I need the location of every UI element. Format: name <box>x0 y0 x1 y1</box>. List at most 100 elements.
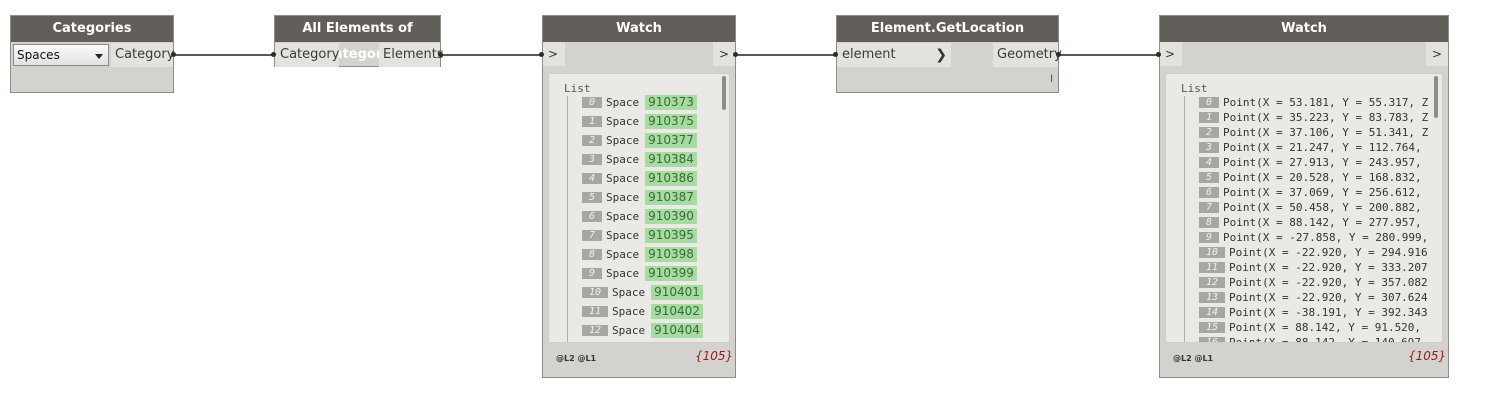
element-id: 910377 <box>645 133 697 148</box>
list-index: 5 <box>1199 171 1219 183</box>
list-item: 11 Point(X = -22.920, Y = 333.207 <box>1199 260 1428 275</box>
item-type-label: Space <box>612 324 646 337</box>
list-index: 12 <box>1199 276 1225 288</box>
point-value: Point(X = -22.920, Y = 357.082 <box>1229 275 1428 289</box>
output-port[interactable]: > <box>713 42 735 66</box>
list-item: 3 Point(X = 21.247, Y = 112.764, <box>1199 140 1422 155</box>
node-title[interactable]: Watch <box>1160 16 1448 42</box>
item-type-label: Space <box>606 96 640 109</box>
list-index: 5 <box>582 192 602 203</box>
list-item: 0 Space 910373 <box>582 95 697 114</box>
element-id: 910375 <box>645 114 697 129</box>
output-port-category[interactable]: Category <box>111 43 174 67</box>
input-port-element[interactable]: element ❯ <box>837 43 951 67</box>
list-item: 9 Point(X = -27.858, Y = 280.999, <box>1199 230 1428 245</box>
list-item: 4 Point(X = 27.913, Y = 243.957, <box>1199 155 1422 170</box>
point-value: Point(X = 53.181, Y = 55.317, Z <box>1223 95 1429 109</box>
list-index: 3 <box>1199 141 1219 153</box>
point-value: Point(X = 37.069, Y = 256.612, <box>1223 185 1422 199</box>
list-index: 2 <box>582 135 602 146</box>
chevron-right-icon: ❯ <box>935 47 947 63</box>
scrollbar[interactable] <box>722 76 726 110</box>
list-index: 2 <box>1199 126 1219 138</box>
item-type-label: Space <box>612 305 646 318</box>
categories-node[interactable]: Categories Spaces Category <box>10 15 174 93</box>
element-id: 910399 <box>645 266 697 281</box>
output-port-elements[interactable]: Elements <box>379 43 444 67</box>
input-port-category[interactable]: Category <box>275 43 339 67</box>
list-item: 16 Point(X = 88.142, Y = 140.697 <box>1199 335 1422 343</box>
wire-get-location-to-watch <box>1059 54 1160 56</box>
list-item: 15 Point(X = 88.142, Y = 91.520, <box>1199 320 1421 335</box>
list-index: 13 <box>1199 291 1225 303</box>
element-id: 910398 <box>645 247 697 262</box>
item-type-label: Space <box>606 191 640 204</box>
list-index: 10 <box>582 287 608 298</box>
item-type-label: Space <box>606 210 640 223</box>
output-port[interactable]: > <box>1426 42 1448 66</box>
list-index: 9 <box>582 268 602 279</box>
watch-preview-panel[interactable]: List 0 Point(X = 53.181, Y = 55.317, Z 1 Po… <box>1165 73 1443 343</box>
list-item: 11 Space 910402 <box>582 304 703 323</box>
all-elements-of-category-node[interactable]: All Elements of Category Category Elemen… <box>274 15 444 67</box>
point-value: Point(X = -38.191, Y = 392.343 <box>1229 305 1428 319</box>
point-value: Point(X = -22.920, Y = 294.916 <box>1229 245 1428 259</box>
port-label: Geometry <box>997 47 1062 62</box>
list-index: 0 <box>582 97 602 108</box>
output-connector-dot[interactable] <box>733 52 738 57</box>
watch-preview-panel[interactable]: List 0 Space 910373 1 Space 910375 2 Space 91037… <box>548 73 730 343</box>
scrollbar[interactable] <box>1434 76 1438 118</box>
list-item: 10 Point(X = -22.920, Y = 294.916 <box>1199 245 1428 260</box>
list-index: 6 <box>582 211 602 222</box>
list-item: 1 Space 910375 <box>582 114 697 133</box>
output-connector-dot[interactable] <box>171 52 176 57</box>
node-title[interactable]: All Elements of Category <box>275 16 440 62</box>
output-port-geometry[interactable]: Geometry <box>993 43 1062 67</box>
output-connector-dot[interactable] <box>438 52 443 57</box>
list-index: 4 <box>582 173 602 184</box>
point-value: Point(X = 37.106, Y = 51.341, Z <box>1223 125 1429 139</box>
item-count: {105} <box>1408 349 1447 363</box>
tree-line <box>1184 96 1185 342</box>
element-get-location-node[interactable]: Element.GetLocation element ❯ Geometry l <box>836 15 1062 93</box>
list-index: 1 <box>1199 111 1219 123</box>
input-port[interactable]: > <box>1160 42 1182 66</box>
dropdown-value: Spaces <box>17 48 60 62</box>
list-item: 7 Space 910395 <box>582 228 697 247</box>
list-item: 2 Space 910377 <box>582 133 697 152</box>
point-value: Point(X = 50.458, Y = 200.882, <box>1223 200 1422 214</box>
input-connector-dot[interactable] <box>539 52 544 57</box>
point-value: Point(X = -27.858, Y = 280.999, <box>1223 230 1429 244</box>
watch-node-2[interactable]: Watch > > List 0 Point(X = 53.181, Y = 55… <box>1159 15 1449 378</box>
input-port[interactable]: > <box>543 42 565 66</box>
element-id: 910401 <box>651 285 703 300</box>
node-title[interactable]: Watch <box>543 16 735 42</box>
element-id: 910387 <box>645 190 697 205</box>
input-connector-dot[interactable] <box>833 52 838 57</box>
list-item: 10 Space 910401 <box>582 285 703 304</box>
point-value: Point(X = 88.142, Y = 277.957, <box>1223 215 1422 229</box>
point-value: Point(X = -22.920, Y = 333.207 <box>1229 260 1428 274</box>
input-connector-dot[interactable] <box>1156 52 1161 57</box>
node-title[interactable]: Categories <box>11 16 173 42</box>
list-index: 10 <box>1199 246 1225 258</box>
list-index: 7 <box>582 230 602 241</box>
element-id: 910395 <box>645 228 697 243</box>
list-label: List <box>1181 82 1208 95</box>
list-item: 8 Point(X = 88.142, Y = 277.957, <box>1199 215 1422 230</box>
list-label: List <box>564 82 591 95</box>
element-id: 910404 <box>651 323 703 338</box>
item-type-label: Space <box>606 248 640 261</box>
list-item: 3 Space 910384 <box>582 152 697 171</box>
category-dropdown[interactable]: Spaces <box>13 44 109 66</box>
node-title[interactable]: Element.GetLocation <box>837 16 1058 42</box>
point-value: Point(X = 27.913, Y = 243.957, <box>1223 155 1422 169</box>
output-connector-dot[interactable] <box>1056 52 1061 57</box>
watch-node-1[interactable]: Watch > > List 0 Space 910373 1 Space 910375 2… <box>542 15 736 378</box>
element-id: 910390 <box>645 209 697 224</box>
point-value: Point(X = 88.142, Y = 140.697 <box>1229 335 1422 343</box>
list-item: 0 Point(X = 53.181, Y = 55.317, Z <box>1199 95 1428 110</box>
element-id: 910384 <box>645 152 697 167</box>
input-connector-dot[interactable] <box>271 52 276 57</box>
element-id: 910402 <box>651 304 703 319</box>
